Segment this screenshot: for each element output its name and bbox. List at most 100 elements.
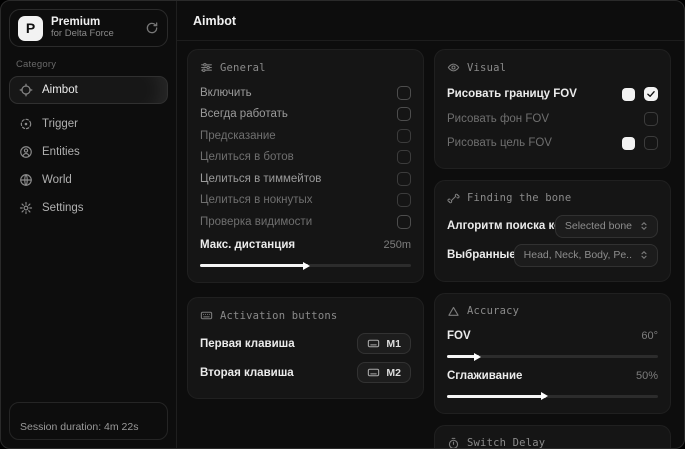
- keybind-button-m2[interactable]: M2: [357, 362, 411, 383]
- crosshair-icon: [19, 83, 33, 97]
- color-swatch[interactable]: [622, 88, 635, 101]
- keybind-label: Вторая клавиша: [200, 367, 357, 379]
- checkbox[interactable]: [644, 112, 658, 126]
- smoothing-slider[interactable]: [447, 395, 658, 398]
- section-title: Activation buttons: [220, 310, 337, 322]
- section-title: Accuracy: [467, 305, 519, 317]
- slider-label-row: FOV 60°: [447, 326, 658, 348]
- keyboard-icon: [367, 366, 380, 379]
- section-title: General: [220, 62, 266, 74]
- toggle-row: Проверка видимости: [200, 211, 411, 233]
- slider-label: Макс. дистанция: [200, 239, 375, 251]
- section-activation-buttons: Activation buttons Первая клавиша M1 Вто…: [187, 297, 424, 399]
- checkbox[interactable]: [397, 215, 411, 229]
- checkbox[interactable]: [644, 136, 658, 150]
- toggle-label: Целиться в нокнутых: [200, 194, 397, 206]
- tune-icon: [200, 61, 213, 74]
- section-title: Switch Delay: [467, 437, 545, 448]
- slider-label-row: Макс. дистанция 250m: [200, 235, 411, 257]
- main-panel: Aimbot General Включить: [177, 1, 684, 448]
- toggle-label: Включить: [200, 87, 397, 99]
- keyboard-icon: [200, 309, 213, 322]
- sidebar-item-trigger[interactable]: Trigger: [9, 110, 168, 138]
- toggle-row: Всегда работать: [200, 104, 411, 126]
- timer-icon: [447, 437, 460, 449]
- toggle-label: Проверка видимости: [200, 216, 397, 228]
- keybind-row: Первая клавиша M1: [200, 330, 411, 357]
- sidebar-item-aimbot[interactable]: Aimbot: [9, 76, 168, 104]
- unfold-icon: [638, 220, 650, 232]
- visual-label: Рисовать фон FOV: [447, 113, 644, 125]
- toggle-label: Предсказание: [200, 130, 397, 142]
- slider-value: 60°: [641, 330, 658, 342]
- section-general: General Включить Всегда работать Предска…: [187, 49, 424, 283]
- selected-bones-select[interactable]: Head, Neck, Body, Pe..: [514, 244, 658, 267]
- triangle-icon: [447, 305, 460, 318]
- brand-subtitle: for Delta Force: [51, 29, 137, 40]
- toggle-label: Всегда работать: [200, 108, 397, 120]
- trigger-icon: [19, 117, 33, 131]
- right-column: Visual Рисовать границу FOV Рисовать фон…: [434, 49, 671, 448]
- checkbox[interactable]: [397, 86, 411, 100]
- toggle-row: Предсказание: [200, 125, 411, 147]
- section-finding-bone: Finding the bone Алгоритм поиска кости S…: [434, 180, 671, 282]
- app-window: P Premium for Delta Force Category Aimbo…: [0, 0, 685, 449]
- dropdown-row: Выбранные кости Head, Neck, Body, Pe..: [447, 242, 658, 269]
- visual-label: Рисовать границу FOV: [447, 88, 622, 100]
- checkbox[interactable]: [397, 172, 411, 186]
- sidebar-item-label: Entities: [42, 146, 80, 158]
- sidebar-item-label: World: [42, 174, 72, 186]
- keybind-row: Вторая клавиша M2: [200, 359, 411, 386]
- sidebar-item-settings[interactable]: Settings: [9, 194, 168, 222]
- bone-algorithm-select[interactable]: Selected bone: [555, 215, 658, 238]
- visual-row: Рисовать фон FOV: [447, 107, 658, 132]
- toggle-row: Включить: [200, 82, 411, 104]
- bone-icon: [447, 192, 460, 205]
- section-visual: Visual Рисовать границу FOV Рисовать фон…: [434, 49, 671, 169]
- visual-row: Рисовать границу FOV: [447, 82, 658, 107]
- left-column: General Включить Всегда работать Предска…: [187, 49, 424, 448]
- page-title: Aimbot: [193, 14, 236, 28]
- slider-thumb[interactable]: [541, 392, 548, 400]
- sidebar-item-label: Settings: [42, 202, 84, 214]
- checkbox[interactable]: [397, 107, 411, 121]
- toggle-label: Целиться в ботов: [200, 151, 397, 163]
- color-swatch[interactable]: [622, 137, 635, 150]
- globe-icon: [19, 173, 33, 187]
- slider-label: Сглаживание: [447, 370, 628, 382]
- dropdown-label: Алгоритм поиска кости: [447, 220, 555, 232]
- brand-card: P Premium for Delta Force: [9, 9, 168, 47]
- visual-row: Рисовать цель FOV: [447, 131, 658, 156]
- sidebar-item-label: Trigger: [42, 118, 78, 130]
- sidebar-item-entities[interactable]: Entities: [9, 138, 168, 166]
- max-distance-slider[interactable]: [200, 264, 411, 267]
- content: General Включить Всегда работать Предска…: [177, 41, 684, 448]
- keyboard-icon: [367, 337, 380, 350]
- section-title: Finding the bone: [467, 192, 571, 204]
- keybind-label: Первая клавиша: [200, 338, 357, 350]
- fov-slider[interactable]: [447, 355, 658, 358]
- entities-icon: [19, 145, 33, 159]
- refresh-icon[interactable]: [145, 21, 159, 35]
- slider-thumb[interactable]: [303, 262, 310, 270]
- checkbox[interactable]: [644, 87, 658, 101]
- slider-thumb[interactable]: [474, 353, 481, 361]
- checkbox[interactable]: [397, 129, 411, 143]
- sidebar-item-world[interactable]: World: [9, 166, 168, 194]
- toggle-row: Целиться в ботов: [200, 147, 411, 169]
- toggle-label: Целиться в тиммейтов: [200, 173, 397, 185]
- sidebar-nav: Aimbot Trigger Entities World: [9, 76, 168, 222]
- unfold-icon: [638, 249, 650, 261]
- category-label: Category: [16, 59, 168, 70]
- checkbox[interactable]: [397, 193, 411, 207]
- eye-icon: [447, 61, 460, 74]
- toggle-row: Целиться в нокнутых: [200, 190, 411, 212]
- session-duration: Session duration: 4m 22s: [9, 402, 168, 440]
- keybind-button-m1[interactable]: M1: [357, 333, 411, 354]
- sidebar-item-label: Aimbot: [42, 84, 78, 96]
- toggle-row: Целиться в тиммейтов: [200, 168, 411, 190]
- section-title: Visual: [467, 62, 506, 74]
- brand-logo: P: [18, 16, 43, 41]
- checkbox[interactable]: [397, 150, 411, 164]
- dropdown-label: Выбранные кости: [447, 249, 514, 261]
